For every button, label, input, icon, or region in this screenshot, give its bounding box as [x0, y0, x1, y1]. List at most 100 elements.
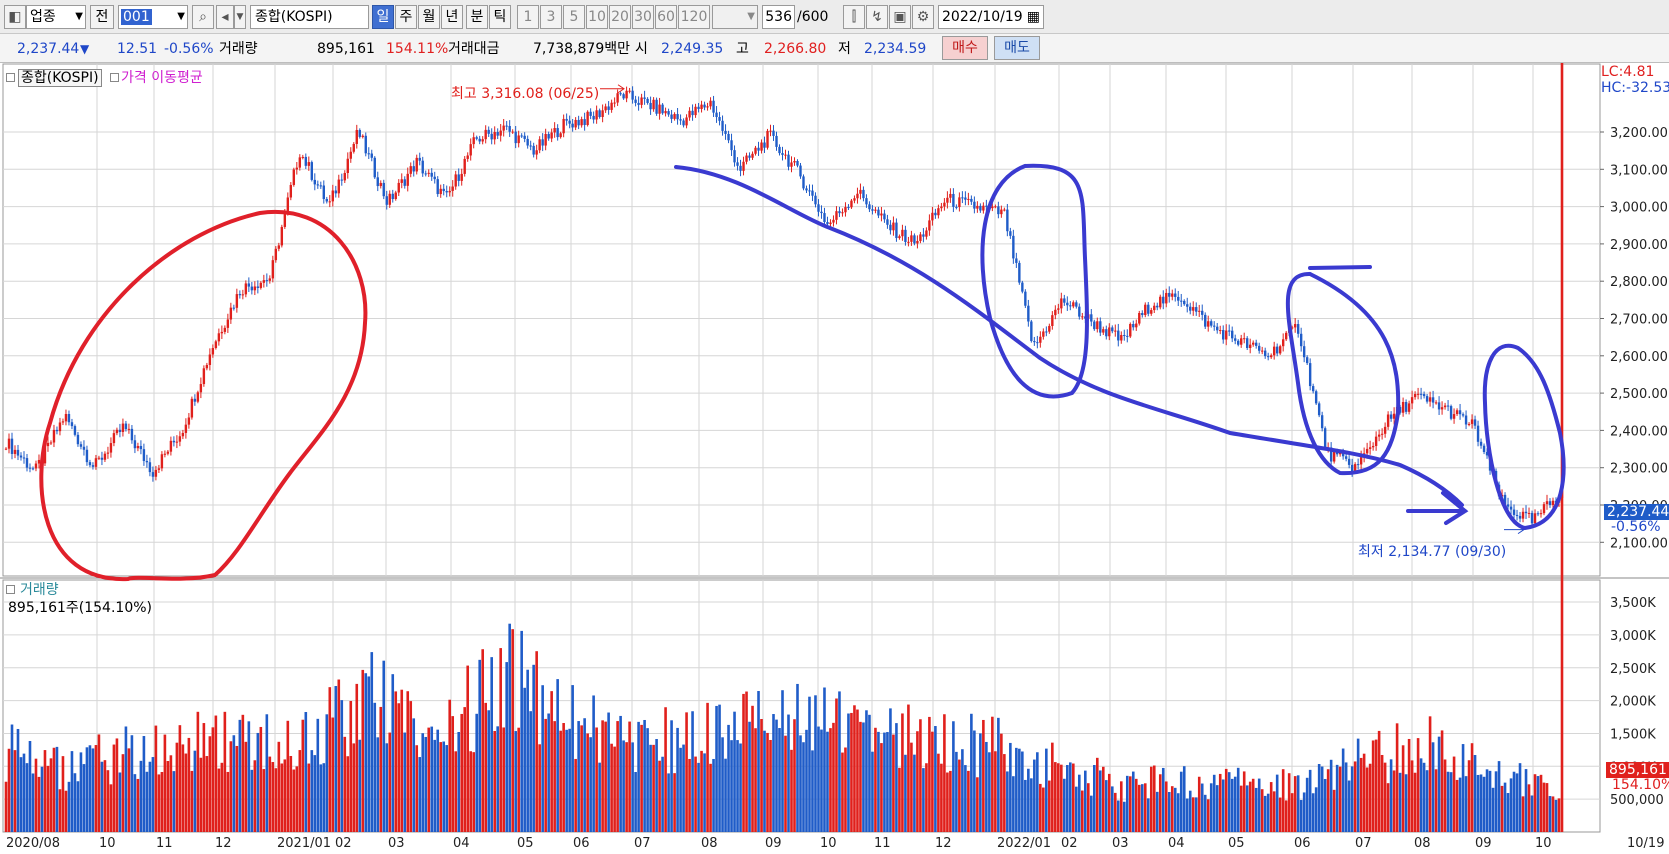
minute-3[interactable]: 3 [540, 5, 562, 29]
candle-body [466, 155, 469, 159]
volume-bar [1209, 783, 1213, 832]
volume-bar [679, 747, 682, 832]
volume-bar [634, 771, 637, 832]
volume-bar [1368, 763, 1372, 832]
volume-bar [682, 744, 685, 832]
volume-bar [961, 749, 964, 832]
prev-button[interactable]: 전 [90, 5, 114, 29]
volume-bar [1317, 764, 1321, 832]
search-icon[interactable]: ⌕ [192, 5, 214, 29]
candle-body [1347, 458, 1351, 465]
period-day[interactable]: 일 [372, 5, 394, 29]
custom-period-select[interactable]: ▼ [712, 5, 758, 29]
amount-label: 거래대금 [448, 41, 500, 57]
speaker-icon[interactable]: ◂ [216, 5, 234, 29]
quote-high: 2,266.80 [764, 41, 827, 57]
quote-volume-ratio: 154.11% [386, 41, 449, 57]
volume-bar [487, 710, 490, 832]
candle-body [70, 422, 74, 427]
legend-ma[interactable]: 가격 이동평균 [121, 70, 203, 86]
minute-10[interactable]: 10 [586, 5, 608, 29]
count-input[interactable]: 536 [762, 5, 795, 29]
candle-body [721, 120, 724, 131]
candle-body [361, 135, 364, 137]
volume-bar [127, 748, 131, 832]
volume-bar [397, 703, 401, 832]
x-tick-label: 09 [1475, 836, 1492, 851]
candle-body [1293, 324, 1297, 328]
volume-bar [85, 747, 89, 832]
candle-body [1413, 394, 1417, 398]
minute-20[interactable]: 20 [609, 5, 631, 29]
candle-body [301, 156, 305, 158]
candle-icon[interactable]: ⫿ [843, 5, 865, 29]
period-minute[interactable]: 분 [466, 5, 488, 29]
volume-bar [1182, 766, 1186, 832]
period-year[interactable]: 년 [441, 5, 463, 29]
volume-bar [1063, 778, 1066, 832]
chevron-down-icon: ▼ [177, 11, 185, 22]
period-week[interactable]: 주 [395, 5, 417, 29]
candle-body [661, 104, 664, 114]
volume-bar [1236, 767, 1240, 832]
y-tick-label: 2,000K [1610, 695, 1656, 710]
minute-60[interactable]: 60 [655, 5, 677, 29]
volume-legend-label[interactable]: 거래량 [20, 582, 59, 598]
volume-bar [46, 765, 50, 832]
volume-bar [1299, 800, 1303, 832]
volume-bar [997, 717, 1000, 832]
volume-bar [1281, 769, 1285, 832]
y-tick-label: 2,700.00 [1610, 313, 1668, 328]
volume-bar [187, 737, 191, 832]
buy-button[interactable]: 매수 [942, 36, 988, 60]
minute-30[interactable]: 30 [632, 5, 654, 29]
legend-index[interactable]: 종합(KOSPI) [18, 69, 102, 87]
date-input[interactable]: 2022/10/19 ▦ [938, 5, 1044, 29]
candle-body [985, 205, 988, 207]
volume-bar [1419, 758, 1423, 832]
gear-icon[interactable]: ⚙ [912, 5, 934, 29]
candle-body [1207, 321, 1210, 327]
save-icon[interactable]: ▣ [889, 5, 911, 29]
quote-amount: 7,738,879백만 [533, 41, 631, 57]
candle-body [1249, 344, 1252, 348]
chart-area[interactable]: 2020/08 10 11 12 2021/01 02 03 04 05 06 07 08 09 10 11… [0, 63, 1669, 854]
volume-bar [790, 749, 793, 832]
market-select[interactable]: 업종 ▼ [26, 5, 86, 29]
period-month[interactable]: 월 [418, 5, 440, 29]
volume-bar [1308, 769, 1312, 832]
candle-body [1174, 293, 1177, 297]
period-tick[interactable]: 틱 [489, 5, 511, 29]
volume-bar [1305, 777, 1309, 832]
chevron-down-icon[interactable]: ▼ [234, 5, 246, 29]
candle-body [1392, 413, 1396, 419]
candle-body [1284, 332, 1288, 340]
volume-bar [523, 687, 526, 832]
line-chart-icon[interactable]: ↯ [866, 5, 888, 29]
volume-bar [1212, 774, 1216, 832]
candle-body [829, 222, 832, 225]
volume-bar [1134, 778, 1138, 832]
candle-body [994, 206, 997, 208]
candle-body [1246, 338, 1249, 348]
volume-bar [637, 721, 640, 832]
code-input[interactable]: 001 ▼ [118, 5, 188, 29]
candle-body [1539, 513, 1543, 515]
candle-body [1266, 356, 1270, 358]
volume-bar [1500, 785, 1504, 832]
candle-body [856, 193, 859, 199]
minute-120[interactable]: 120 [678, 5, 710, 29]
volume-bar [739, 743, 742, 832]
minute-1[interactable]: 1 [517, 5, 539, 29]
volume-bar [334, 686, 338, 832]
volume-bar [1149, 766, 1153, 832]
volume-bar [172, 771, 176, 832]
legend-box-icon [110, 73, 120, 82]
menu-icon[interactable]: ◧ [4, 5, 26, 29]
candle-body [535, 150, 538, 155]
candle-body [640, 97, 643, 105]
minute-5[interactable]: 5 [563, 5, 585, 29]
sell-button[interactable]: 매도 [994, 36, 1040, 60]
volume-bar [646, 728, 649, 832]
candle-body [142, 449, 146, 461]
